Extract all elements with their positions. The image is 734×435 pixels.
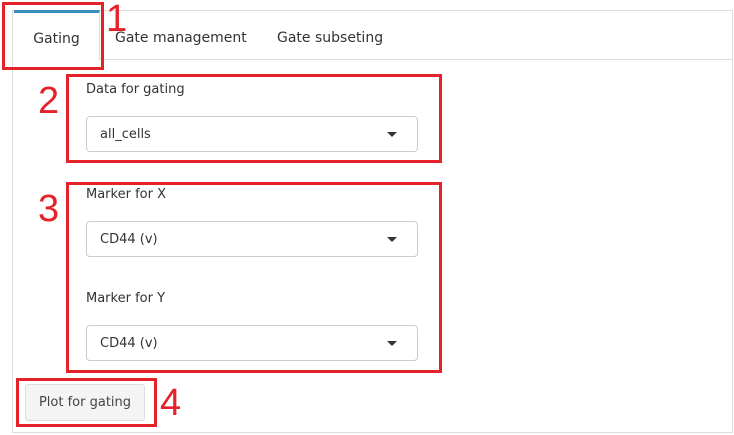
annotation-box-4: [16, 378, 157, 427]
annotation-number-1: 1: [106, 0, 128, 40]
annotation-number-3: 3: [38, 188, 60, 230]
tab-gate-management[interactable]: Gate management: [115, 10, 247, 60]
annotation-number-2: 2: [38, 80, 60, 122]
annotation-box-2: [66, 74, 442, 163]
annotation-box-3: [66, 182, 442, 373]
tab-gate-subseting[interactable]: Gate subseting: [277, 10, 383, 60]
annotation-box-1: [2, 2, 104, 70]
tab-gate-subseting-label: Gate subseting: [277, 30, 384, 46]
tab-gate-management-label: Gate management: [115, 30, 247, 46]
annotation-number-4: 4: [160, 382, 182, 424]
